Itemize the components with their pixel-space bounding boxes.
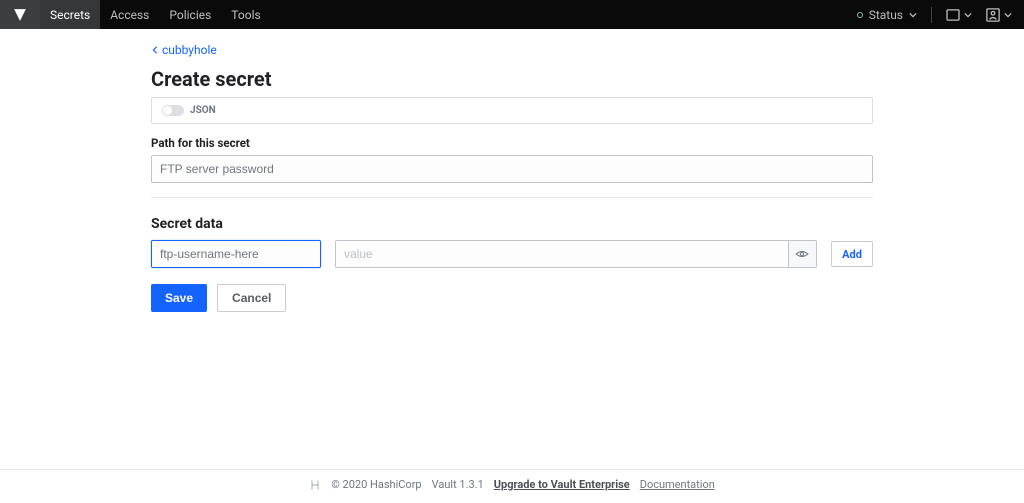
path-label: Path for this secret (151, 136, 873, 150)
main-container: cubbyhole Create secret JSON Path for th… (151, 29, 873, 372)
footer: © 2020 HashiCorp Vault 1.3.1 Upgrade to … (0, 469, 1024, 503)
user-icon (986, 8, 1000, 22)
vault-logo-icon (13, 8, 27, 22)
path-input[interactable] (151, 155, 873, 183)
toggle-knob (163, 106, 172, 115)
navbar-left: Secrets Access Policies Tools (0, 0, 271, 29)
nav-secrets[interactable]: Secrets (40, 0, 100, 29)
json-label: JSON (190, 105, 216, 116)
page-title: Create secret (151, 67, 873, 91)
terminal-icon (946, 9, 960, 21)
breadcrumb-parent: cubbyhole (162, 43, 217, 57)
json-toggle-bar: JSON (151, 97, 873, 124)
chevron-down-icon (909, 11, 917, 19)
chevron-left-icon (151, 46, 159, 54)
top-navbar: Secrets Access Policies Tools Status (0, 0, 1024, 29)
footer-docs-link[interactable]: Documentation (640, 478, 715, 491)
chevron-down-icon (964, 11, 972, 19)
form-actions: Save Cancel (151, 284, 873, 312)
breadcrumb[interactable]: cubbyhole (151, 43, 873, 57)
hashicorp-icon (309, 479, 321, 491)
console-dropdown[interactable] (946, 9, 972, 21)
user-dropdown[interactable] (986, 8, 1012, 22)
status-label: Status (869, 8, 903, 22)
vault-logo[interactable] (0, 0, 40, 29)
navbar-separator (931, 7, 932, 23)
save-button[interactable]: Save (151, 284, 207, 312)
secret-data-title: Secret data (151, 216, 873, 232)
footer-version: Vault 1.3.1 (432, 478, 484, 491)
nav-policies[interactable]: Policies (159, 0, 221, 29)
json-toggle[interactable] (162, 105, 184, 116)
nav-tools[interactable]: Tools (221, 0, 270, 29)
reveal-value-button[interactable] (789, 240, 817, 268)
cancel-button[interactable]: Cancel (217, 284, 286, 312)
eye-icon (795, 249, 809, 259)
value-input-wrap (335, 240, 817, 268)
add-button[interactable]: Add (831, 241, 873, 267)
status-dropdown[interactable]: Status (857, 8, 917, 22)
key-input[interactable] (151, 240, 321, 268)
footer-upgrade-link[interactable]: Upgrade to Vault Enterprise (494, 478, 630, 491)
section-divider (151, 197, 873, 198)
status-indicator-icon (857, 12, 863, 18)
value-input[interactable] (335, 240, 789, 268)
chevron-down-icon (1004, 11, 1012, 19)
navbar-right: Status (857, 0, 1024, 29)
nav-access[interactable]: Access (100, 0, 159, 29)
kv-row: Add (151, 240, 873, 268)
footer-copyright: © 2020 HashiCorp (331, 478, 421, 491)
